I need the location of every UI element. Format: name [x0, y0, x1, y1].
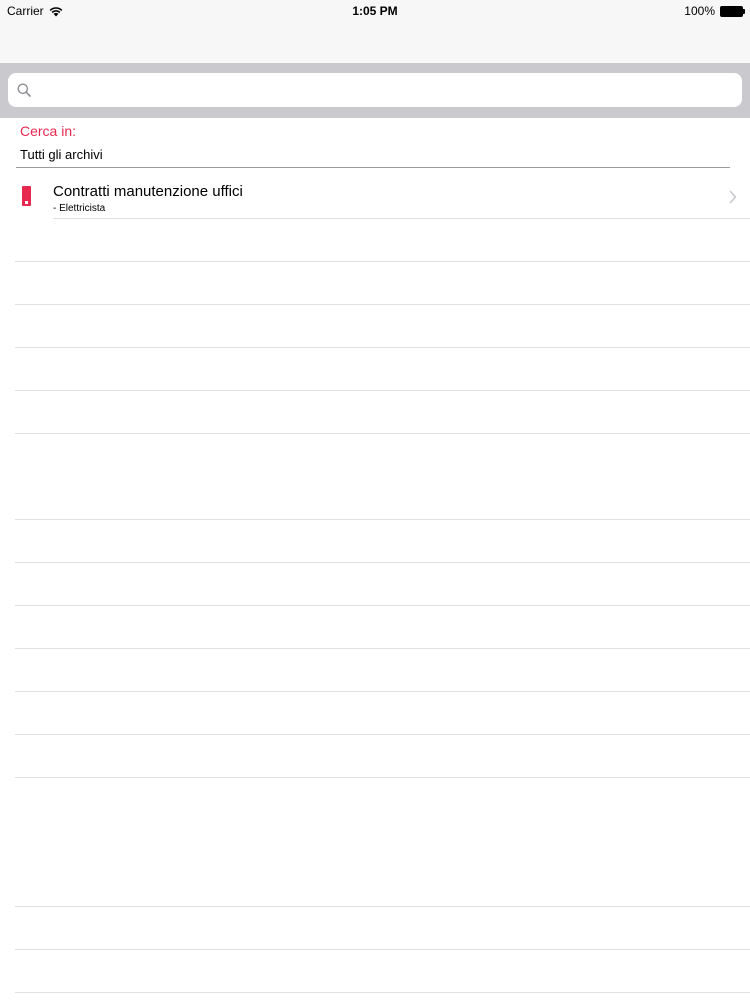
battery-percentage: 100%: [684, 4, 715, 18]
search-icon: [17, 83, 31, 97]
status-right: 100%: [684, 4, 745, 18]
empty-row: [0, 305, 750, 348]
scope-underline: [16, 167, 730, 168]
empty-row: [0, 907, 750, 950]
list-item[interactable]: Contratti manutenzione uffici - Elettric…: [0, 176, 750, 219]
empty-row: [0, 348, 750, 391]
list-item-subtitle: - Elettricista: [53, 203, 106, 214]
status-time: 1:05 PM: [352, 4, 398, 18]
empty-row: [0, 391, 750, 434]
screen: Carrier 1:05 PM 100% Cerca in: Tutti gli…: [0, 0, 750, 1000]
search-input[interactable]: [38, 73, 728, 107]
empty-row: [0, 735, 750, 778]
empty-row: [0, 692, 750, 735]
empty-row: [0, 606, 750, 649]
empty-row: [0, 434, 750, 520]
empty-row: [0, 778, 750, 907]
chevron-right-icon: [729, 190, 737, 204]
scope-label: Cerca in:: [20, 123, 77, 139]
search-field[interactable]: [8, 73, 742, 107]
empty-row: [0, 563, 750, 606]
list-item-title: Contratti manutenzione uffici: [53, 183, 243, 200]
empty-row: [0, 219, 750, 262]
empty-row: [0, 649, 750, 692]
status-bar: Carrier 1:05 PM 100%: [0, 0, 750, 22]
empty-row: [0, 520, 750, 563]
results-list: Contratti manutenzione uffici - Elettric…: [0, 176, 750, 993]
battery-icon: [720, 5, 745, 17]
row-separator: [15, 992, 750, 993]
scope-selector[interactable]: Tutti gli archivi: [20, 147, 103, 162]
empty-row: [0, 950, 750, 993]
empty-row: [0, 262, 750, 305]
archive-marker-icon: [22, 186, 31, 206]
navigation-bar: [0, 22, 750, 63]
search-bar: [0, 63, 750, 118]
